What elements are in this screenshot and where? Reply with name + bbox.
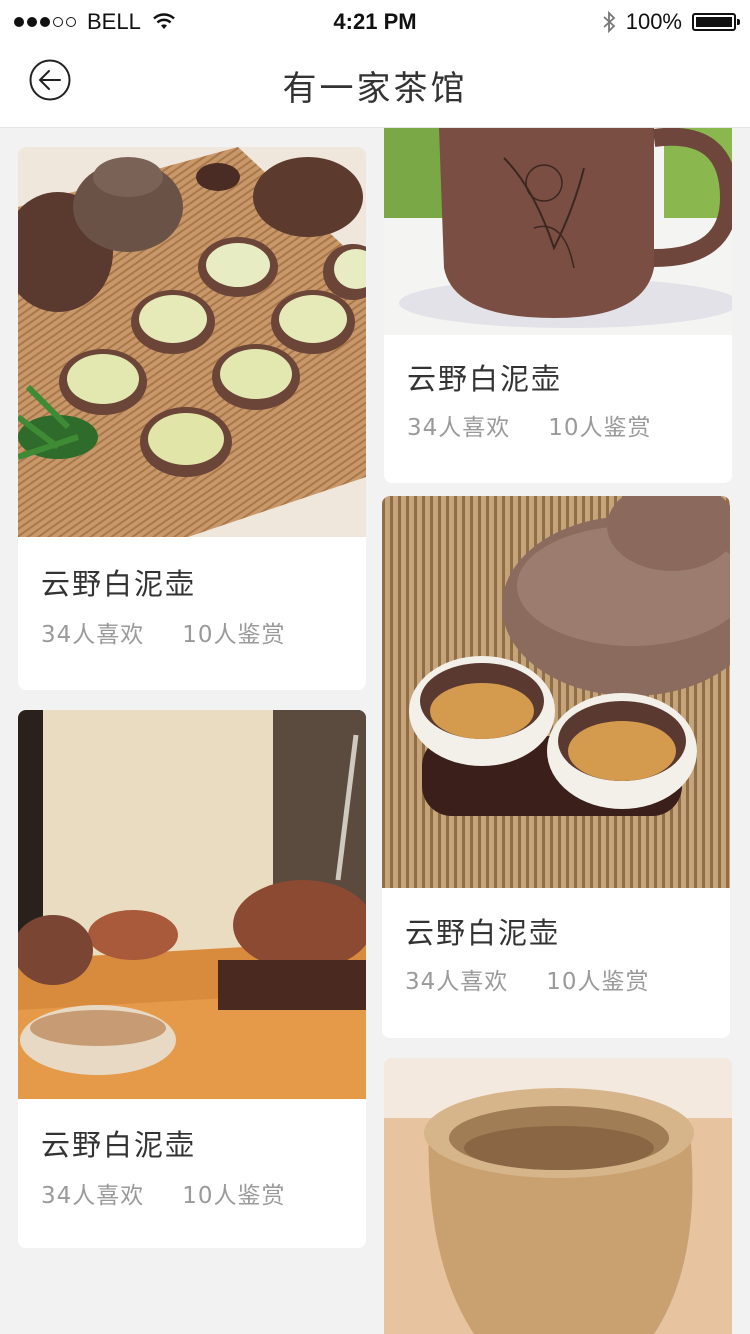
product-card[interactable]: 云野白泥壶 34人喜欢 10人鉴赏 bbox=[384, 128, 732, 483]
battery-percent: 100% bbox=[625, 9, 682, 34]
product-card[interactable]: 云野白泥壶 34人喜欢 10人鉴赏 bbox=[382, 496, 730, 1038]
views-count: 10人鉴赏 bbox=[546, 969, 650, 995]
likes-count: 34人喜欢 bbox=[407, 415, 511, 441]
likes-count: 34人喜欢 bbox=[405, 969, 509, 995]
battery-icon bbox=[692, 13, 740, 31]
nav-bar: 有一家茶馆 bbox=[0, 44, 750, 128]
page-title: 有一家茶馆 bbox=[282, 69, 468, 109]
product-card[interactable]: 云野白泥壶 34人喜欢 10人鉴赏 bbox=[18, 147, 366, 690]
product-stats: 34人喜欢 10人鉴赏 bbox=[41, 1176, 286, 1210]
product-stats: 34人喜欢 10人鉴赏 bbox=[41, 615, 286, 649]
product-title: 云野白泥壶 bbox=[407, 362, 563, 396]
status-right-group: 100% bbox=[602, 9, 740, 35]
product-title: 云野白泥壶 bbox=[41, 1128, 197, 1162]
product-card[interactable]: 云野白泥壶 34人喜欢 10人鉴赏 bbox=[18, 710, 366, 1248]
product-stats: 34人喜欢 10人鉴赏 bbox=[407, 408, 652, 442]
product-image bbox=[18, 710, 366, 1099]
product-image bbox=[384, 128, 732, 335]
product-image bbox=[382, 496, 730, 888]
product-image bbox=[18, 147, 366, 537]
product-title: 云野白泥壶 bbox=[405, 916, 561, 950]
product-title: 云野白泥壶 bbox=[41, 567, 197, 601]
product-stats: 34人喜欢 10人鉴赏 bbox=[405, 962, 650, 996]
likes-count: 34人喜欢 bbox=[41, 1183, 145, 1209]
views-count: 10人鉴赏 bbox=[182, 1183, 286, 1209]
product-card[interactable] bbox=[384, 1058, 732, 1334]
bluetooth-icon bbox=[603, 11, 616, 33]
status-bar: BELL 4:21 PM 100% bbox=[0, 0, 750, 44]
product-image bbox=[384, 1058, 732, 1334]
views-count: 10人鉴赏 bbox=[548, 415, 652, 441]
likes-count: 34人喜欢 bbox=[41, 622, 145, 648]
views-count: 10人鉴赏 bbox=[182, 622, 286, 648]
